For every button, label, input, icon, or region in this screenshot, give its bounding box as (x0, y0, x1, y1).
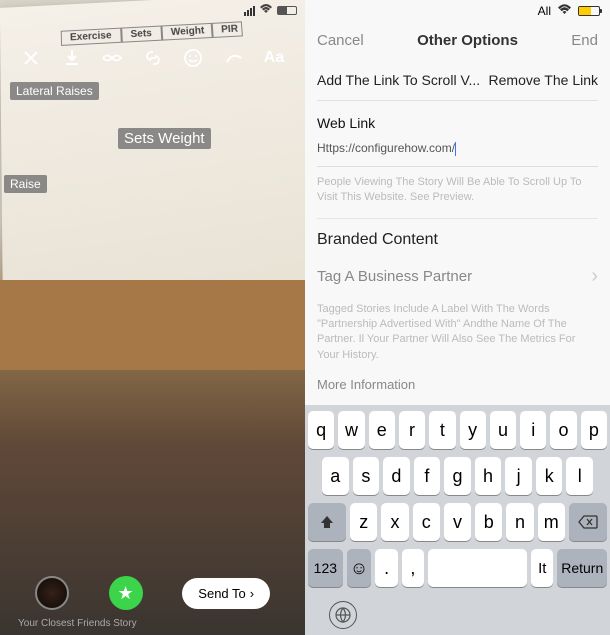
url-input[interactable]: Https://configurehow.com/ (317, 137, 598, 167)
key-c[interactable]: c (413, 503, 440, 541)
nav-bar: Cancel Other Options End (305, 20, 610, 60)
wifi-icon (557, 4, 572, 18)
allow-promote-row: Allow The Business Partner To Promote Th… (317, 398, 598, 405)
badge-lateral-raises[interactable]: Lateral Raises (10, 82, 99, 100)
key-g[interactable]: g (444, 457, 471, 495)
boomerang-icon[interactable] (99, 45, 125, 71)
your-story-avatar[interactable] (35, 576, 69, 610)
battery-icon (277, 6, 297, 15)
close-friends-caption: Your Closest Friends Story (18, 618, 137, 629)
key-y[interactable]: y (460, 411, 486, 449)
tag-partner-label: Tag A Business Partner (317, 268, 472, 285)
remove-link-action[interactable]: Remove The Link (489, 72, 598, 88)
shift-key[interactable] (308, 503, 346, 541)
numbers-key[interactable]: 123 (308, 549, 343, 587)
link-action-row: Add The Link To Scroll V... Remove The L… (317, 60, 598, 101)
page-title: Other Options (417, 32, 518, 49)
wifi-icon (259, 4, 273, 17)
key-row-2: a s d f g h j k l (308, 457, 607, 495)
period-key[interactable]: . (375, 549, 397, 587)
key-f[interactable]: f (414, 457, 441, 495)
col-pir: PIR (212, 21, 243, 38)
badge-raise[interactable]: Raise (4, 175, 47, 193)
key-a[interactable]: a (322, 457, 349, 495)
key-t[interactable]: t (429, 411, 455, 449)
link-help-text: People Viewing The Story Will Be Able To… (317, 167, 598, 218)
key-w[interactable]: w (338, 411, 364, 449)
story-editor-pane: Exercise Sets Weight PIR Aa Lateral Rais… (0, 0, 305, 635)
send-to-button[interactable]: Send To › (182, 578, 270, 609)
key-row-3: z x c v b n m (308, 503, 607, 541)
send-to-label: Send To (198, 586, 245, 601)
ios-keyboard: q w e r t y u i o p a s d f g h j k l z … (305, 405, 610, 635)
key-s[interactable]: s (353, 457, 380, 495)
key-i[interactable]: i (520, 411, 546, 449)
other-options-pane: All Cancel Other Options End Add The Lin… (305, 0, 610, 635)
keyboard-bottom (308, 595, 607, 631)
globe-icon[interactable] (329, 601, 357, 629)
chevron-right-icon: › (591, 265, 598, 288)
battery-icon (578, 6, 600, 16)
key-q[interactable]: q (308, 411, 334, 449)
key-k[interactable]: k (536, 457, 563, 495)
key-e[interactable]: e (369, 411, 395, 449)
end-button[interactable]: End (571, 32, 598, 49)
key-o[interactable]: o (550, 411, 576, 449)
options-content: Add The Link To Scroll V... Remove The L… (305, 60, 610, 405)
key-z[interactable]: z (350, 503, 377, 541)
key-n[interactable]: n (506, 503, 533, 541)
col-exercise: Exercise (61, 28, 122, 46)
cancel-button[interactable]: Cancel (317, 32, 364, 49)
link-icon[interactable] (140, 45, 166, 71)
emoji-key[interactable]: ☺ (347, 549, 372, 587)
close-friends-button[interactable]: ★ (109, 576, 143, 610)
key-h[interactable]: h (475, 457, 502, 495)
branded-content-header: Branded Content (317, 218, 598, 259)
download-icon[interactable] (59, 45, 85, 71)
story-toolbar: Aa (18, 45, 287, 71)
story-bottom-bar: ★ Send To › (0, 576, 305, 610)
draw-icon[interactable] (221, 45, 247, 71)
sticker-icon[interactable] (180, 45, 206, 71)
col-sets: Sets (121, 26, 162, 43)
key-r[interactable]: r (399, 411, 425, 449)
chevron-right-icon: › (250, 586, 254, 601)
it-key[interactable]: It (531, 549, 553, 587)
tag-help-text: Tagged Stories Include A Label With The … (317, 294, 598, 376)
add-link-action[interactable]: Add The Link To Scroll V... (317, 72, 480, 88)
key-j[interactable]: j (505, 457, 532, 495)
key-x[interactable]: x (381, 503, 408, 541)
carrier-label: All (538, 4, 551, 18)
key-m[interactable]: m (538, 503, 565, 541)
key-d[interactable]: d (383, 457, 410, 495)
tag-partner-row[interactable]: Tag A Business Partner › (317, 259, 598, 294)
key-u[interactable]: u (490, 411, 516, 449)
close-icon[interactable] (18, 45, 44, 71)
url-text: Https://configurehow.com/ (317, 141, 455, 155)
key-row-1: q w e r t y u i o p (308, 411, 607, 449)
text-icon[interactable]: Aa (261, 45, 287, 71)
status-bar-right: All (305, 0, 610, 20)
key-l[interactable]: l (566, 457, 593, 495)
comma-key[interactable]: , (402, 549, 424, 587)
col-weight: Weight (161, 23, 212, 41)
badge-sets-weight[interactable]: Sets Weight (118, 128, 211, 149)
more-information-link[interactable]: More Information (317, 375, 598, 398)
key-b[interactable]: b (475, 503, 502, 541)
corkboard (0, 280, 305, 370)
key-p[interactable]: p (581, 411, 607, 449)
signal-icon (244, 6, 255, 16)
web-link-label: Web Link (317, 101, 598, 137)
return-key[interactable]: Return (557, 549, 607, 587)
backspace-key[interactable] (569, 503, 607, 541)
key-row-4: 123 ☺ . , It Return (308, 549, 607, 587)
key-v[interactable]: v (444, 503, 471, 541)
space-key[interactable] (428, 549, 527, 587)
status-bar-left (244, 4, 297, 17)
